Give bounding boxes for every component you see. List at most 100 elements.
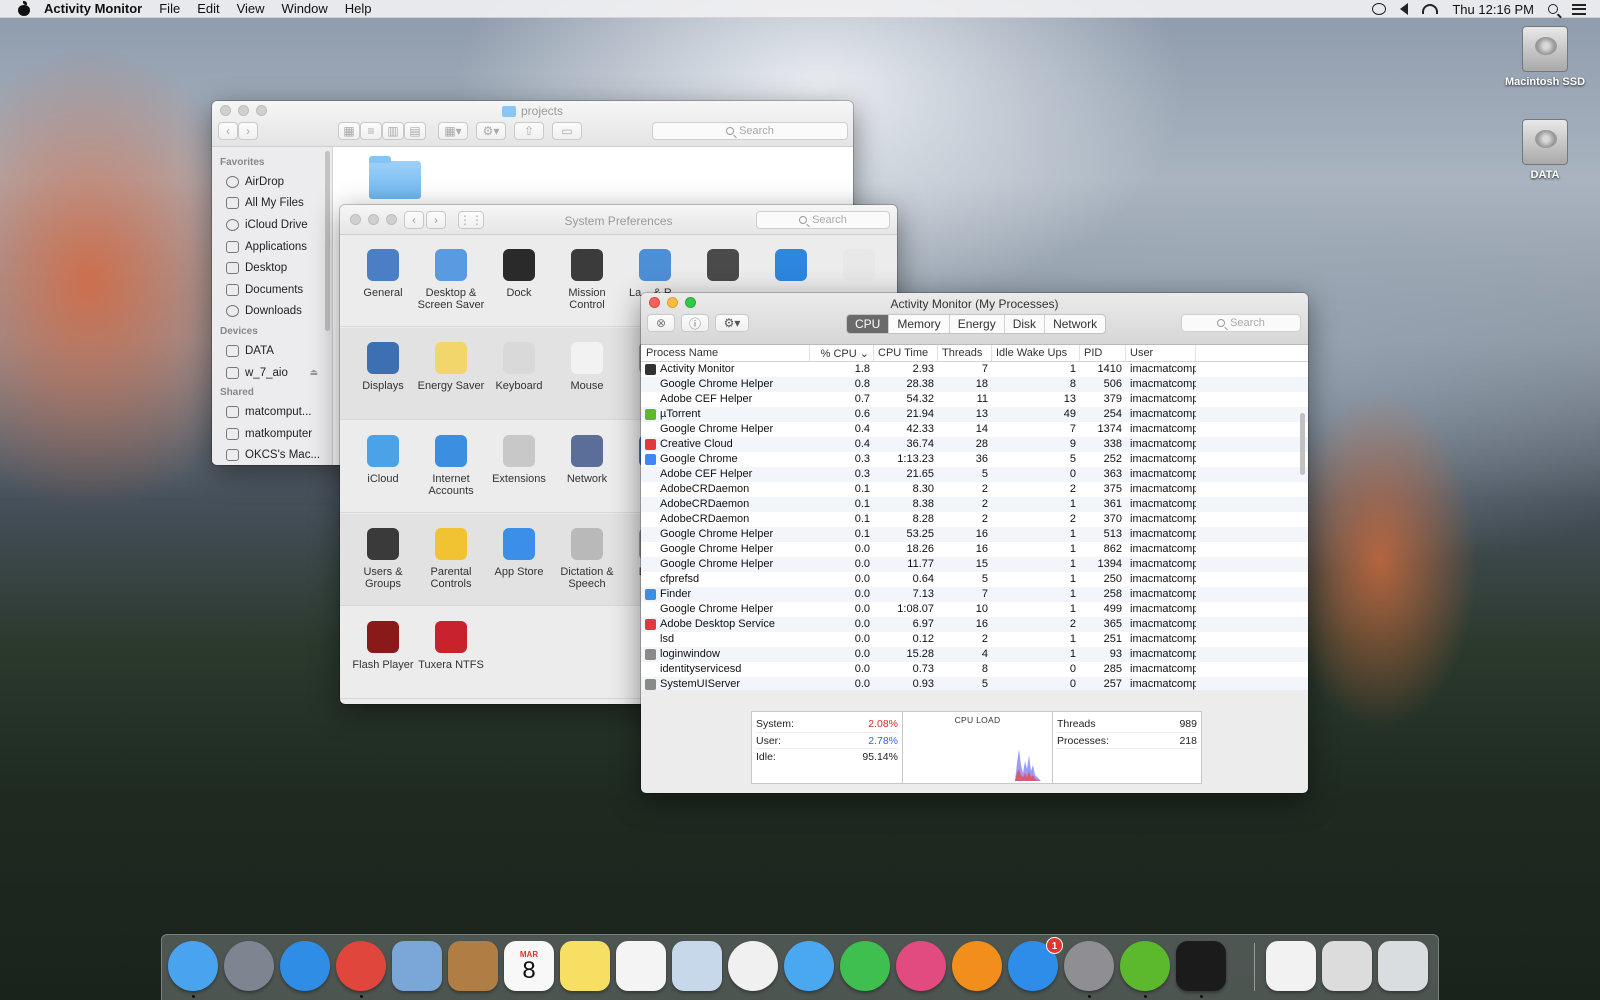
preference-pane-dictation-speech[interactable]: Dictation & Speech (552, 528, 622, 590)
menu-help[interactable]: Help (345, 1, 372, 16)
preference-pane-parental-controls[interactable]: Parental Controls (416, 528, 486, 590)
preference-pane-internet-accounts[interactable]: Internet Accounts (416, 435, 486, 497)
table-row[interactable]: cfprefsd 0.0 0.64 5 1 250 imacmatcompu (641, 572, 1308, 587)
desktop-icon-data[interactable]: DATA (1500, 119, 1590, 181)
dock-ibooks-icon[interactable] (952, 941, 1002, 991)
menu-edit[interactable]: Edit (197, 1, 219, 16)
menu-view[interactable]: View (237, 1, 265, 16)
table-row[interactable]: Google Chrome Helper 0.4 42.33 14 7 1374 imacm… (641, 422, 1308, 437)
action-gear-button[interactable]: ⚙▾ (715, 314, 749, 332)
table-row[interactable]: Google Chrome Helper 0.1 53.25 16 1 513 imacma… (641, 527, 1308, 542)
notification-center-icon[interactable] (1572, 3, 1586, 15)
action-gear-button[interactable]: ⚙▾ (476, 122, 506, 140)
dock-mail-icon[interactable] (392, 941, 442, 991)
tab-disk[interactable]: Disk (1005, 315, 1046, 333)
back-button[interactable]: ‹ (218, 122, 238, 140)
preference-pane-app-store[interactable]: App Store (484, 528, 554, 578)
preference-pane-la-r[interactable]: La... & R... (620, 249, 690, 299)
table-row[interactable]: Adobe CEF Helper 0.3 21.65 5 0 363 imacmatcomp… (641, 467, 1308, 482)
sidebar-item-all-my-files[interactable]: All My Files (212, 193, 332, 215)
table-row[interactable]: Finder 0.0 7.13 7 1 258 imacmatcompu (641, 587, 1308, 602)
preference-pane-mission-control[interactable]: Mission Control (552, 249, 622, 311)
dock-calendar-icon[interactable]: MAR 8 (504, 941, 554, 991)
activity-search-input[interactable]: Search (1181, 314, 1301, 332)
apple-menu-icon[interactable] (17, 0, 31, 17)
column-header-pid[interactable]: PID (1080, 345, 1126, 361)
preference-pane-desktop-screen-saver[interactable]: Desktop & Screen Saver (416, 249, 486, 311)
dock-notes-icon[interactable] (560, 941, 610, 991)
dock-vlc-icon[interactable] (1266, 941, 1316, 991)
tags-button[interactable]: ▭ (552, 122, 582, 140)
sidebar-item-w7aio[interactable]: w_7_aio ⏏ (212, 362, 332, 384)
dock-system-preferences-icon[interactable] (1064, 941, 1114, 991)
inspect-process-button[interactable]: ⓘ (681, 314, 709, 332)
preference-pane-mouse[interactable]: Mouse (552, 342, 622, 392)
volume-icon[interactable] (1400, 3, 1409, 15)
sidebar-item-desktop[interactable]: Desktop (212, 257, 332, 279)
preference-pane-dock[interactable]: Dock (484, 249, 554, 299)
preference-pane-icloud[interactable]: iCloud (348, 435, 418, 485)
dock-activity-monitor-icon[interactable] (1176, 941, 1226, 991)
menubar-clock[interactable]: Thu 12:16 PM (1452, 2, 1534, 17)
preference-pane-energy-saver[interactable]: Energy Saver (416, 342, 486, 392)
dock-facetime-icon[interactable] (840, 941, 890, 991)
status-menu-icon[interactable] (1372, 3, 1387, 15)
table-row[interactable]: µTorrent 0.6 21.94 13 49 254 imacmatcompu (641, 407, 1308, 422)
icon-view-button[interactable]: ▦ (338, 122, 360, 140)
column-header-threads[interactable]: Threads (938, 345, 992, 361)
menu-window[interactable]: Window (282, 1, 328, 16)
table-row[interactable]: Google Chrome Helper 0.8 28.38 18 8 506 imacma… (641, 377, 1308, 392)
dock-downloads-stack-icon[interactable] (1322, 941, 1372, 991)
dock-photos-icon[interactable] (728, 941, 778, 991)
tab-memory[interactable]: Memory (889, 315, 950, 333)
preference-pane-tuxera-ntfs[interactable]: Tuxera NTFS (416, 621, 486, 671)
preference-pane-displays[interactable]: Displays (348, 342, 418, 392)
share-button[interactable]: ⇧ (514, 122, 544, 140)
dock-chrome-icon[interactable] (336, 941, 386, 991)
sidebar-scrollbar[interactable] (325, 151, 330, 331)
table-row[interactable]: SystemUIServer 0.0 0.93 5 0 257 imacmatcompu (641, 677, 1308, 690)
dock-itunes-icon[interactable] (896, 941, 946, 991)
syspref-search-input[interactable]: Search (756, 211, 890, 229)
table-row[interactable]: Google Chrome Helper 0.0 11.77 15 1 1394 imacm… (641, 557, 1308, 572)
table-row[interactable]: Adobe CEF Helper 0.7 54.32 11 13 379 imacmatco… (641, 392, 1308, 407)
tab-cpu[interactable]: CPU (847, 315, 890, 333)
dock-launchpad-icon[interactable] (224, 941, 274, 991)
table-row[interactable]: Creative Cloud 0.4 36.74 28 9 338 imacmatcompu (641, 437, 1308, 452)
menu-file[interactable]: File (159, 1, 180, 16)
table-row[interactable]: AdobeCRDaemon 0.1 8.28 2 2 370 imacmatcompu (641, 512, 1308, 527)
table-row[interactable]: Adobe Desktop Service 0.0 6.97 16 2 365 imacma… (641, 617, 1308, 632)
preference-pane-item-5[interactable] (688, 249, 758, 287)
sidebar-item-icloud-drive[interactable]: iCloud Drive (212, 214, 332, 236)
folder-icon[interactable] (369, 156, 421, 199)
preference-pane-item-7[interactable] (824, 249, 894, 287)
sidebar-item-documents[interactable]: Documents (212, 279, 332, 301)
sidebar-item-matcomputer[interactable]: matcomput... (212, 401, 332, 423)
list-view-button[interactable]: ≡ (360, 122, 382, 140)
table-scrollbar[interactable] (1300, 413, 1305, 475)
dock-trash-icon[interactable] (1378, 941, 1428, 991)
finder-search-input[interactable]: Search (652, 122, 848, 140)
table-row[interactable]: lsd 0.0 0.12 2 1 251 imacmatcompu (641, 632, 1308, 647)
table-row[interactable]: loginwindow 0.0 15.28 4 1 93 imacmatcompu (641, 647, 1308, 662)
column-view-button[interactable]: ▥ (382, 122, 404, 140)
table-row[interactable]: Google Chrome Helper 0.0 1:08.07 10 1 499 imac… (641, 602, 1308, 617)
quit-process-button[interactable]: ⊗ (647, 314, 675, 332)
column-header-cpu-time[interactable]: CPU Time (874, 345, 938, 361)
sidebar-item-applications[interactable]: Applications (212, 236, 332, 258)
preference-pane-extensions[interactable]: Extensions (484, 435, 554, 485)
preference-pane-keyboard[interactable]: Keyboard (484, 342, 554, 392)
sidebar-item-matkomputer[interactable]: matkomputer (212, 423, 332, 445)
eject-icon[interactable]: ⏏ (309, 367, 318, 378)
preference-pane-flash-player[interactable]: Flash Player (348, 621, 418, 671)
dock-finder-icon[interactable] (168, 941, 218, 991)
arrange-button[interactable]: ▦▾ (438, 122, 468, 140)
cover-flow-button[interactable]: ▤ (404, 122, 426, 140)
wifi-icon[interactable] (1422, 4, 1439, 14)
table-row[interactable]: AdobeCRDaemon 0.1 8.30 2 2 375 imacmatcompu (641, 482, 1308, 497)
dock-safari-icon[interactable] (280, 941, 330, 991)
forward-button[interactable]: › (238, 122, 258, 140)
dock-utorrent-icon[interactable] (1120, 941, 1170, 991)
preference-pane-users-groups[interactable]: Users & Groups (348, 528, 418, 590)
spotlight-icon[interactable] (1548, 4, 1558, 14)
